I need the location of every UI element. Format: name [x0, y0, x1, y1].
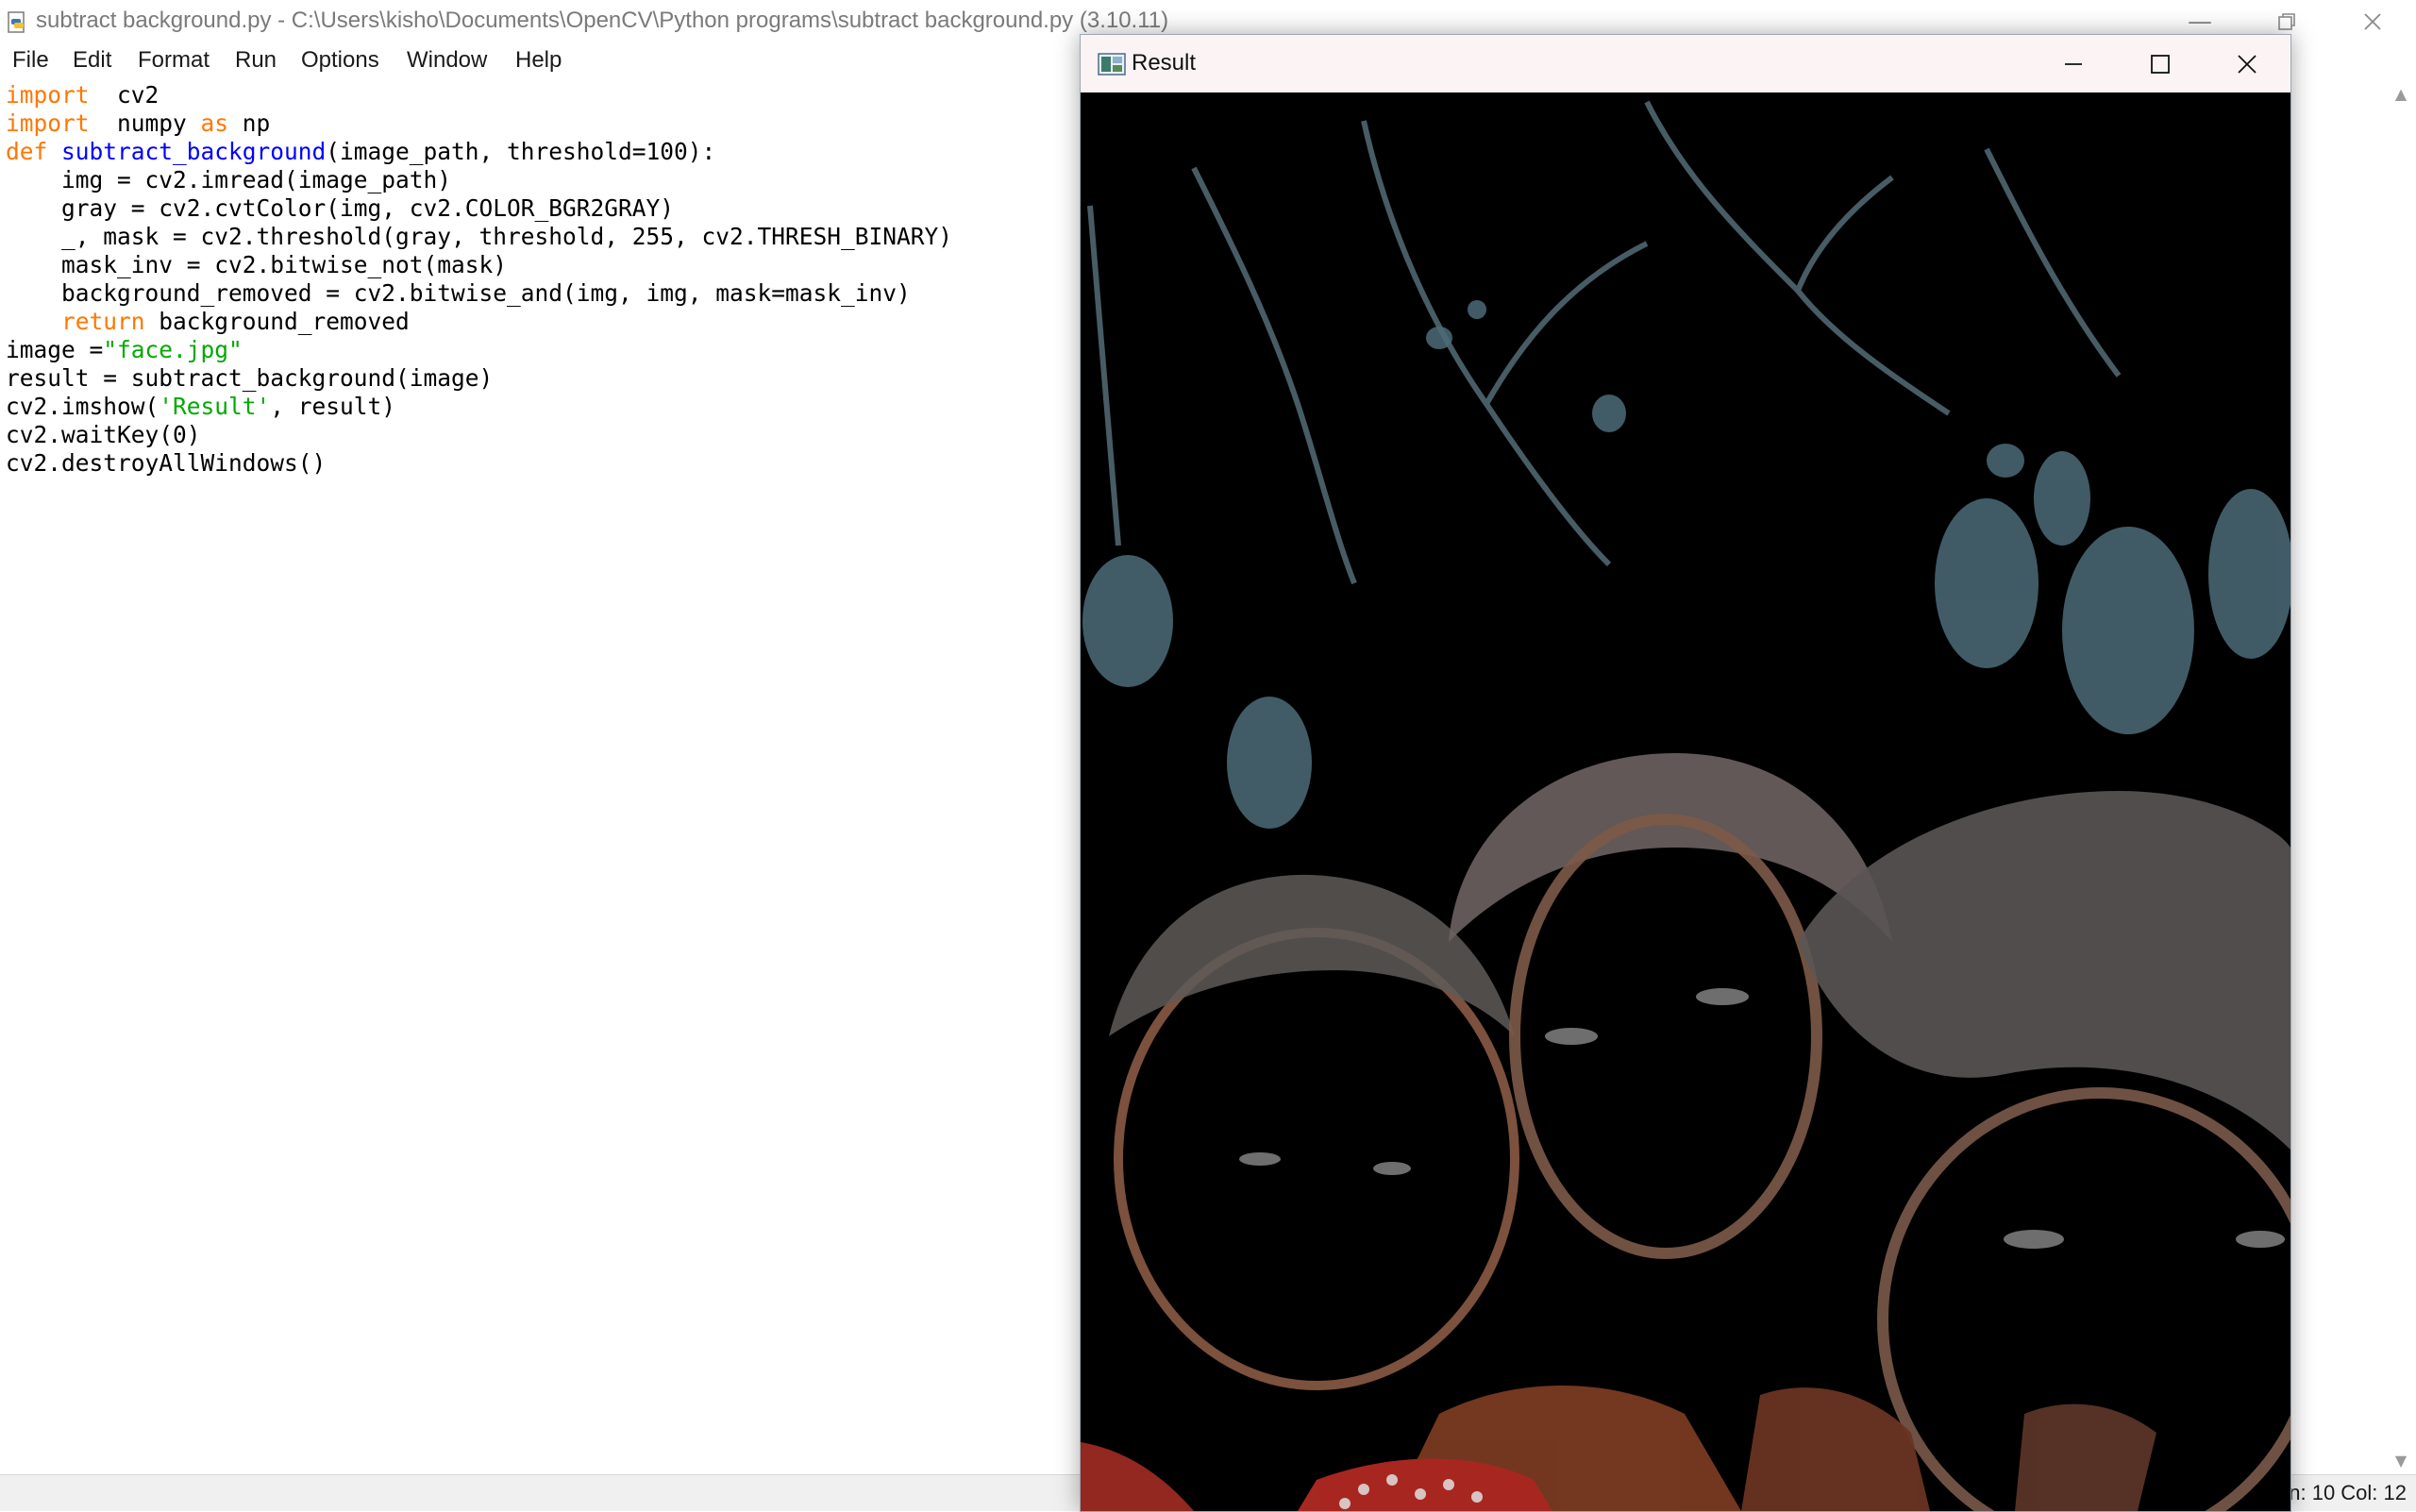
menu-format[interactable]: Format [138, 47, 210, 74]
scroll-down-icon[interactable]: ▼ [2391, 1452, 2410, 1470]
code-token: numpy [89, 109, 201, 137]
menu-options[interactable]: Options [301, 47, 379, 74]
code-token: (image_path, threshold=100): [326, 138, 716, 165]
cursor-position: n: 10 Col: 12 [2289, 1481, 2407, 1504]
close-icon [2238, 54, 2257, 74]
code-token: background_removed = cv2.bitwise_and(img… [6, 279, 911, 307]
code-line[interactable]: _, mask = cv2.threshold(gray, threshold,… [6, 223, 952, 250]
code-token: gray = cv2.cvtColor(img, cv2.COLOR_BGR2G… [6, 194, 675, 222]
result-minimize-button[interactable] [2030, 35, 2117, 92]
menu-file[interactable]: File [12, 47, 49, 74]
menu-run[interactable]: Run [235, 47, 277, 74]
code-token: image = [6, 336, 104, 363]
python-file-icon [8, 11, 25, 33]
code-token-kw: import [6, 109, 90, 137]
code-token-kw: as [200, 109, 229, 137]
minimize-icon [2065, 62, 2082, 65]
code-token: img = cv2.imread(image_path) [6, 166, 452, 193]
code-line[interactable]: def subtract_background(image_path, thre… [6, 138, 715, 165]
vertical-scrollbar[interactable]: ▲ ▼ [2386, 81, 2416, 1474]
result-window-title: Result [1132, 50, 1197, 76]
close-button[interactable] [2329, 0, 2416, 43]
scroll-up-icon[interactable]: ▲ [2391, 85, 2410, 104]
code-token-kw: return [6, 308, 145, 335]
code-line[interactable]: cv2.destroyAllWindows() [6, 449, 326, 477]
code-token: background_removed [144, 308, 410, 335]
menu-window[interactable]: Window [407, 47, 487, 74]
code-token: cv2.imshow( [6, 393, 159, 420]
result-close-button[interactable] [2204, 35, 2290, 92]
menu-help[interactable]: Help [515, 47, 562, 74]
code-token: cv2.waitKey(0) [6, 421, 201, 448]
code-token-st: "face.jpg" [103, 336, 243, 363]
result-title-bar[interactable]: Result [1081, 35, 2290, 92]
code-text[interactable]: import cv2 import numpy as np def subtra… [6, 81, 952, 478]
code-token: , result) [270, 393, 396, 420]
code-token: cv2.destroyAllWindows() [6, 449, 327, 477]
code-token-kw: def [6, 138, 48, 165]
minimize-icon: — [2188, 8, 2212, 36]
code-token: result = subtract_background(image) [6, 364, 494, 392]
code-token-st: 'Result' [159, 393, 271, 420]
code-line[interactable]: background_removed = cv2.bitwise_and(img… [6, 279, 911, 307]
code-line[interactable]: import numpy as np [6, 109, 270, 137]
result-maximize-button[interactable] [2117, 35, 2204, 92]
result-window[interactable]: Result [1080, 34, 2291, 1512]
menu-edit[interactable]: Edit [73, 47, 111, 74]
code-line[interactable]: image ="face.jpg" [6, 336, 243, 363]
code-line[interactable]: mask_inv = cv2.bitwise_not(mask) [6, 251, 507, 278]
code-line[interactable]: cv2.imshow('Result', result) [6, 393, 395, 420]
close-icon [2364, 13, 2381, 30]
code-token-fn: subtract_background [61, 138, 327, 165]
code-line[interactable]: img = cv2.imread(image_path) [6, 166, 451, 193]
maximize-icon [2151, 54, 2170, 74]
code-token-kw: import [6, 81, 90, 109]
code-line[interactable]: result = subtract_background(image) [6, 364, 493, 392]
restore-icon [2278, 13, 2295, 30]
background-removed-photo [1081, 92, 2290, 1511]
code-token: _, mask = cv2.threshold(gray, threshold,… [6, 223, 953, 250]
image-window-icon [1098, 53, 1126, 76]
window-title: subtract background.py - C:\Users\kisho\… [36, 8, 1169, 33]
code-token: np [228, 109, 271, 137]
code-token: mask_inv = cv2.bitwise_not(mask) [6, 251, 508, 278]
code-line[interactable]: return background_removed [6, 308, 410, 335]
code-line[interactable]: cv2.waitKey(0) [6, 421, 201, 448]
code-token: cv2 [89, 81, 159, 109]
code-line[interactable]: import cv2 [6, 81, 159, 109]
code-line[interactable]: gray = cv2.cvtColor(img, cv2.COLOR_BGR2G… [6, 194, 674, 222]
